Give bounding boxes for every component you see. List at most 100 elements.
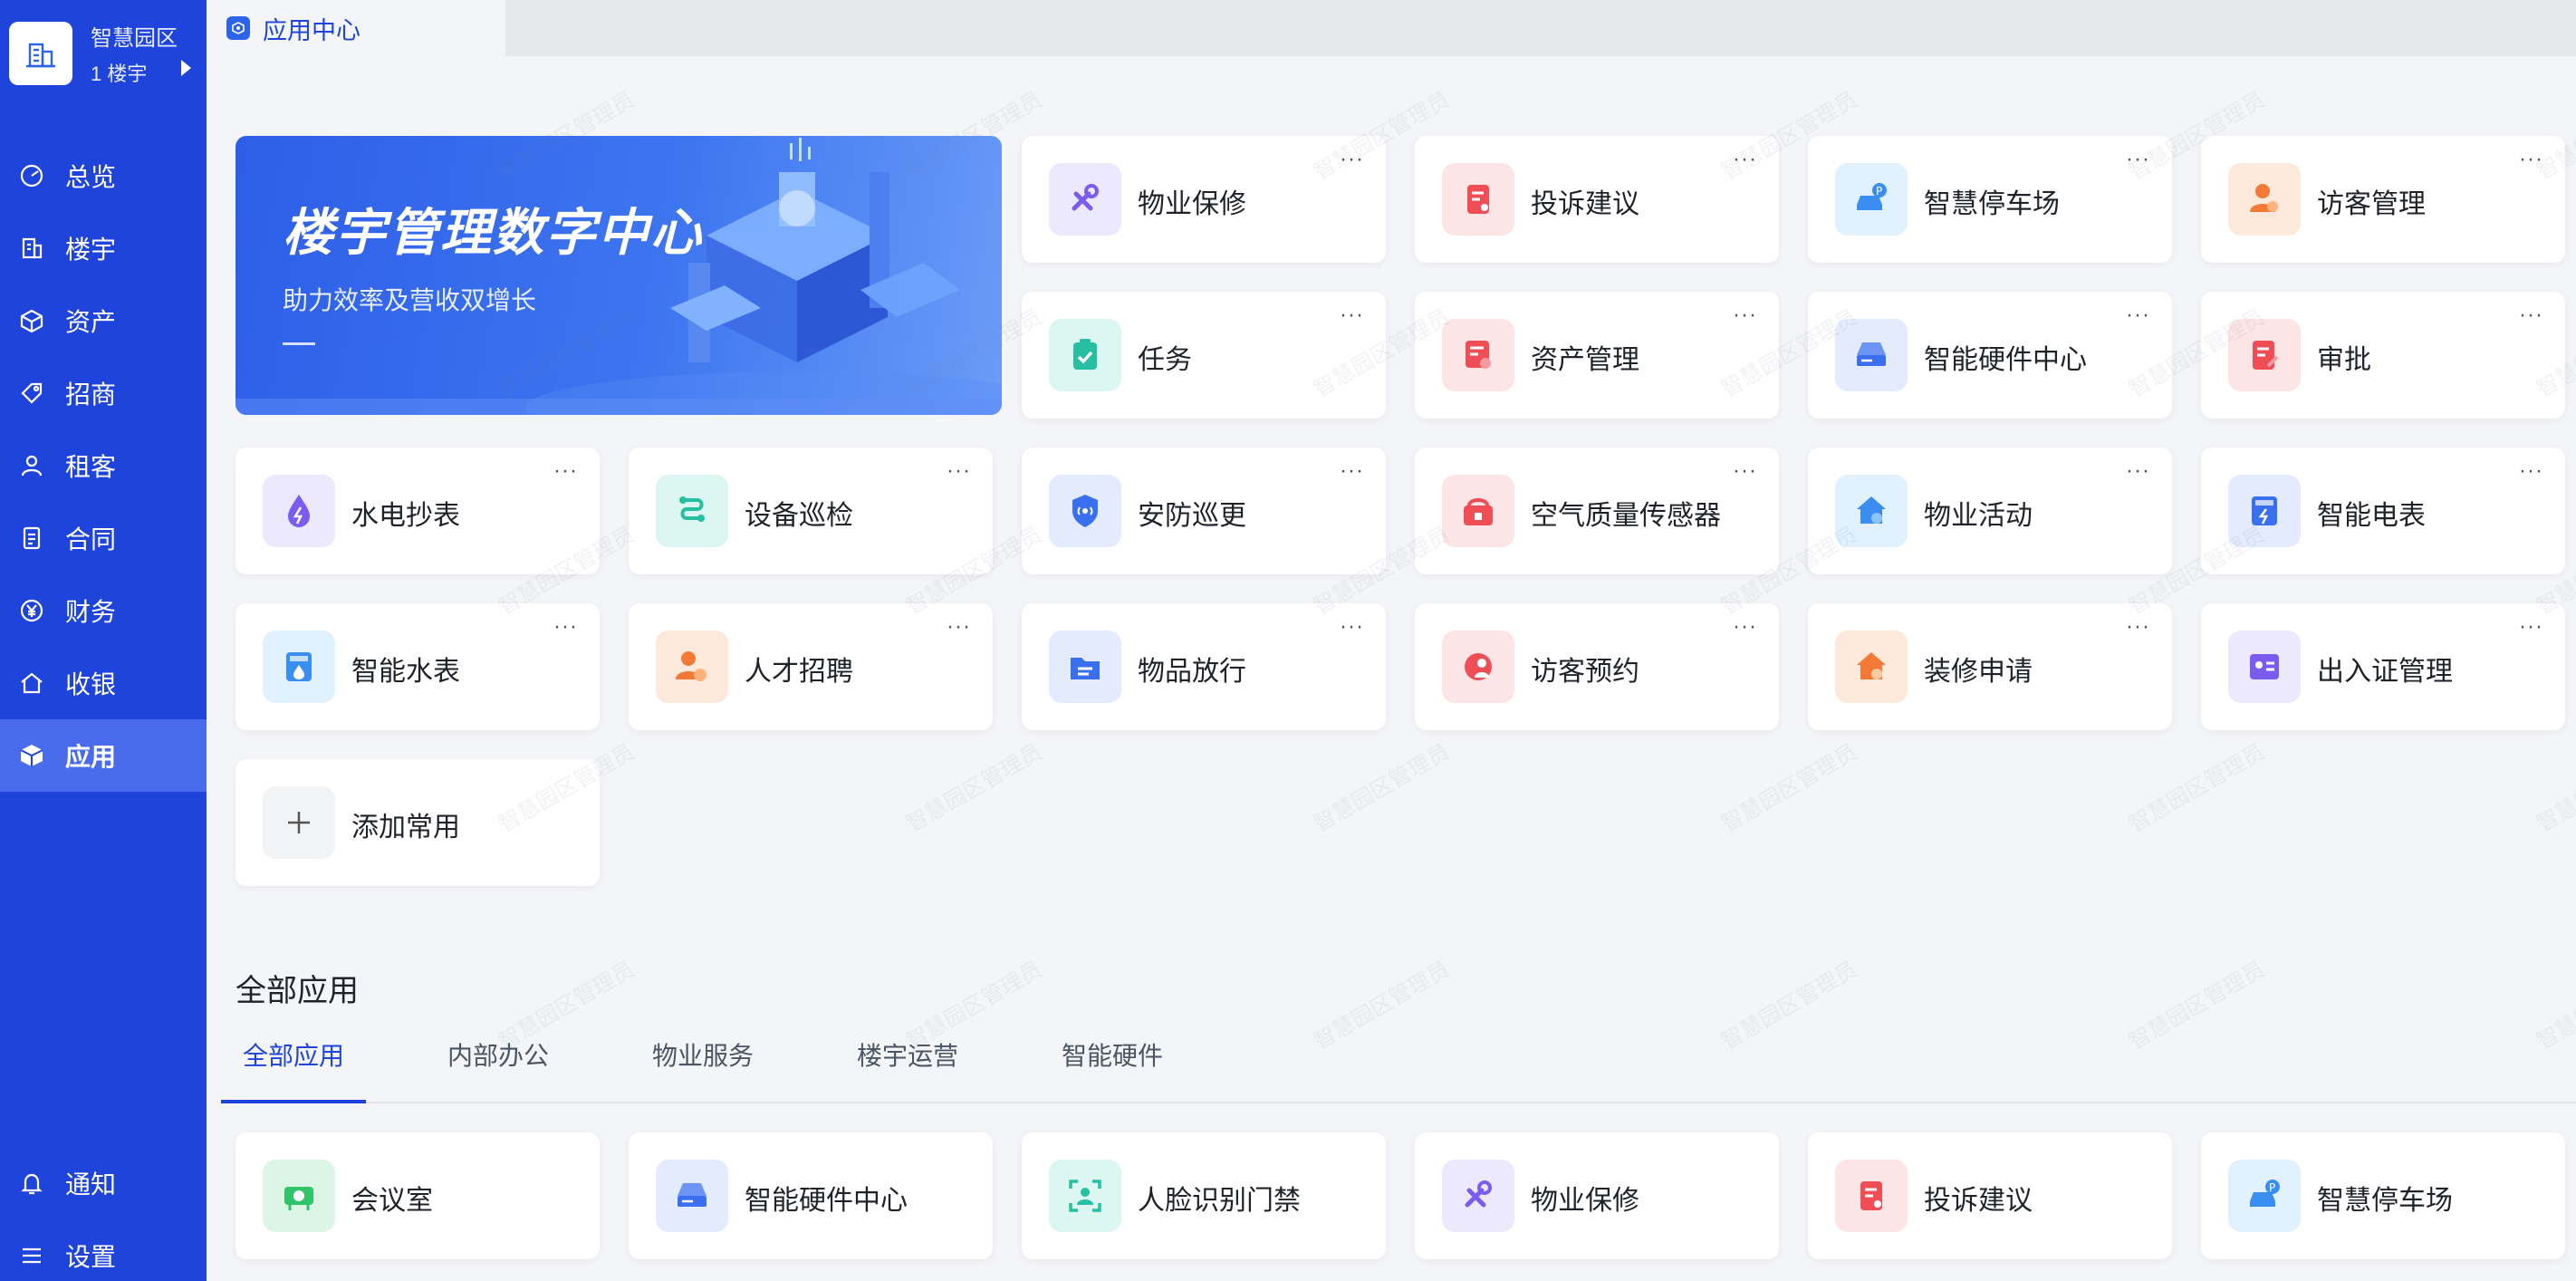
- complaint-icon: [1835, 1160, 1908, 1232]
- more-icon[interactable]: ···: [1340, 149, 1364, 170]
- favorite-app-card[interactable]: P 智慧停车场 ···: [1808, 136, 2172, 263]
- yen-icon: [16, 595, 47, 626]
- tools-icon: [1442, 1160, 1514, 1232]
- app-card[interactable]: 人脸识别门禁: [1022, 1132, 1386, 1259]
- more-icon[interactable]: ···: [1733, 460, 1757, 482]
- app-label: 物业保修: [1138, 189, 1246, 219]
- more-icon[interactable]: ···: [553, 460, 578, 482]
- category-tab[interactable]: 楼宇运营: [857, 1036, 958, 1073]
- category-tab[interactable]: 物业服务: [652, 1036, 754, 1073]
- app-label: 设备巡检: [745, 501, 853, 531]
- nav-item-investment[interactable]: 招商: [0, 357, 207, 429]
- favorite-app-card[interactable]: 智能水表 ···: [235, 603, 600, 730]
- document-icon: [16, 523, 47, 554]
- user-icon: [16, 450, 47, 481]
- favorite-app-card[interactable]: 物品放行 ···: [1022, 603, 1386, 730]
- more-icon[interactable]: ···: [947, 460, 971, 482]
- app-label: 智能硬件中心: [745, 1186, 908, 1216]
- building-selector[interactable]: 1 楼宇: [91, 58, 147, 87]
- more-icon[interactable]: ···: [1733, 149, 1757, 170]
- app-card[interactable]: 物业保修: [1415, 1132, 1779, 1259]
- app-card[interactable]: 投诉建议: [1808, 1132, 2172, 1259]
- favorite-app-card[interactable]: 设备巡检 ···: [629, 448, 993, 574]
- more-icon[interactable]: ···: [1340, 304, 1364, 326]
- inspection-icon: [656, 475, 728, 547]
- add-favorite-button[interactable]: 添加常用: [235, 759, 600, 886]
- favorite-app-card[interactable]: 访客预约 ···: [1415, 603, 1779, 730]
- water-meter-icon: [263, 631, 335, 703]
- asset-icon: [1442, 319, 1514, 391]
- nav-item-apps[interactable]: 应用: [0, 719, 207, 792]
- more-icon[interactable]: ···: [2126, 149, 2150, 170]
- favorite-app-card[interactable]: 物业保修 ···: [1022, 136, 1386, 263]
- tools-icon: [1049, 163, 1121, 236]
- category-tab[interactable]: 智能硬件: [1062, 1036, 1163, 1073]
- nav-item-finance[interactable]: 财务: [0, 574, 207, 647]
- more-icon[interactable]: ···: [2126, 304, 2150, 326]
- more-icon[interactable]: ···: [2126, 616, 2150, 638]
- activity-icon: [1835, 475, 1908, 547]
- app-card[interactable]: 智能硬件中心: [629, 1132, 993, 1259]
- favorite-app-card[interactable]: 访客管理 ···: [2201, 136, 2565, 263]
- building-logo-icon: [9, 22, 72, 85]
- more-icon[interactable]: ···: [947, 616, 971, 638]
- more-icon[interactable]: ···: [553, 616, 578, 638]
- more-icon[interactable]: ···: [2519, 616, 2543, 638]
- nav-item-contracts[interactable]: 合同: [0, 502, 207, 574]
- more-icon[interactable]: ···: [2519, 460, 2543, 482]
- favorite-app-card[interactable]: 装修申请 ···: [1808, 603, 2172, 730]
- favorite-app-card[interactable]: 投诉建议 ···: [1415, 136, 1779, 263]
- favorite-app-card[interactable]: 出入证管理 ···: [2201, 603, 2565, 730]
- favorite-app-card[interactable]: 人才招聘 ···: [629, 603, 993, 730]
- favorite-app-card[interactable]: 资产管理 ···: [1415, 292, 1779, 419]
- nav-item-label: 应用: [65, 743, 117, 771]
- nav-item-settings[interactable]: 设置: [0, 1219, 207, 1281]
- electric-meter-icon: [2228, 475, 2301, 547]
- app-label: 添加常用: [351, 813, 460, 843]
- favorite-app-card[interactable]: 物业活动 ···: [1808, 448, 2172, 574]
- category-tab[interactable]: 全部应用: [243, 1036, 344, 1073]
- app-label: 投诉建议: [1924, 1186, 2033, 1216]
- app-center-icon: [226, 16, 250, 40]
- more-icon[interactable]: ···: [2519, 149, 2543, 170]
- nav-item-tenants[interactable]: 租客: [0, 429, 207, 502]
- parking-icon: P: [1835, 163, 1908, 236]
- tab-app-center[interactable]: 应用中心: [207, 0, 505, 56]
- app-label: 访客管理: [2317, 189, 2426, 219]
- hero-banner[interactable]: 楼宇管理数字中心 助力效率及营收双增长: [235, 136, 1002, 415]
- complaint-icon: [1442, 163, 1514, 236]
- svg-text:P: P: [2269, 1181, 2275, 1194]
- box-icon: [16, 740, 47, 771]
- favorite-app-card[interactable]: 安防巡更 ···: [1022, 448, 1386, 574]
- favorite-app-card[interactable]: 水电抄表 ···: [235, 448, 600, 574]
- more-icon[interactable]: ···: [1340, 616, 1364, 638]
- favorite-app-card[interactable]: 空气质量传感器 ···: [1415, 448, 1779, 574]
- plus-icon: [263, 786, 335, 859]
- app-label: 物业保修: [1531, 1186, 1639, 1216]
- banner-title: 楼宇管理数字中心: [283, 204, 703, 261]
- more-icon[interactable]: ···: [2519, 304, 2543, 326]
- more-icon[interactable]: ···: [1733, 616, 1757, 638]
- favorite-app-card[interactable]: 审批 ···: [2201, 292, 2565, 419]
- brand-switcher[interactable]: 智慧园区 1 楼宇: [0, 0, 207, 109]
- more-icon[interactable]: ···: [1340, 460, 1364, 482]
- more-icon[interactable]: ···: [1733, 304, 1757, 326]
- app-card[interactable]: 会议室: [235, 1132, 600, 1259]
- watermark-text: 智慧园区管理员: [1310, 739, 1454, 837]
- nav-item-overview[interactable]: 总览: [0, 140, 207, 212]
- face-recognition-icon: [1049, 1160, 1121, 1232]
- category-tab[interactable]: 内部办公: [447, 1036, 549, 1073]
- caret-right-icon[interactable]: [181, 60, 191, 76]
- nav-item-notifications[interactable]: 通知: [0, 1147, 207, 1219]
- nav-item-assets[interactable]: 资产: [0, 284, 207, 357]
- app-label: 任务: [1138, 345, 1192, 375]
- app-card[interactable]: P 智慧停车场: [2201, 1132, 2565, 1259]
- more-icon[interactable]: ···: [2126, 460, 2150, 482]
- nav-item-building[interactable]: 楼宇: [0, 212, 207, 284]
- favorite-app-card[interactable]: 任务 ···: [1022, 292, 1386, 419]
- hardware-icon: [656, 1160, 728, 1232]
- watermark-text: 智慧园区管理员: [2125, 739, 2269, 837]
- favorite-app-card[interactable]: 智能电表 ···: [2201, 448, 2565, 574]
- favorite-app-card[interactable]: 智能硬件中心 ···: [1808, 292, 2172, 419]
- nav-item-cashier[interactable]: 收银: [0, 647, 207, 719]
